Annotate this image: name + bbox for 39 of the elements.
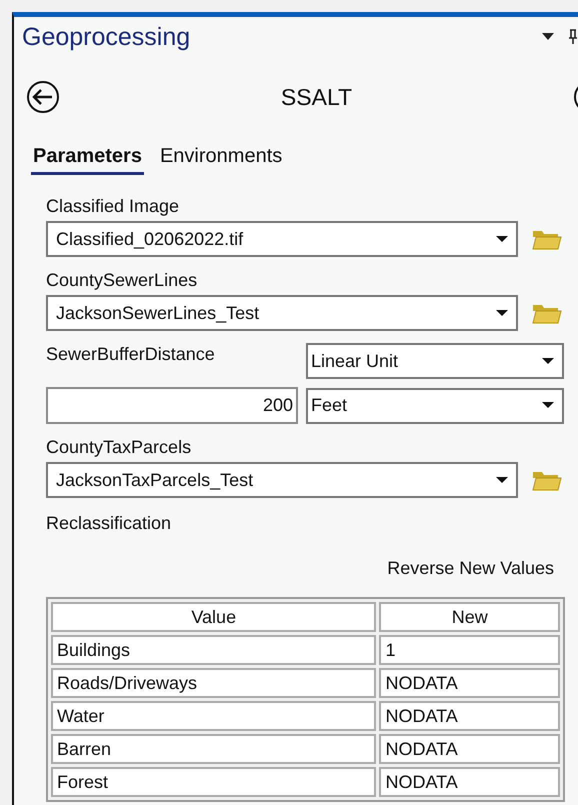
caret-icon [496,236,508,242]
dataset-dropdown[interactable]: JacksonTaxParcels_Test [46,462,518,498]
type-dropdown[interactable]: Linear Unit [306,343,564,379]
folder-icon[interactable] [532,228,562,250]
table-cell[interactable]: Barren [51,734,376,764]
caret-icon [542,402,554,409]
tab[interactable]: Environments [158,145,284,175]
parameter-label: SewerBufferDistance [46,343,216,365]
table-cell[interactable]: Roads/Driveways [51,668,376,698]
table-cell[interactable]: 1 [379,635,560,665]
caret-icon [496,476,508,484]
parameter-label: Reclassification [46,512,172,534]
parameter-label: Classified Image [46,195,180,217]
folder-icon[interactable] [532,302,562,324]
folder-icon[interactable] [532,469,562,491]
column-header: New [379,602,560,632]
pin-icon[interactable] [568,29,578,45]
dataset-dropdown[interactable]: JacksonSewerLines_Test [46,295,518,331]
parameter-label: CountySewerLines [46,269,198,291]
distance-input[interactable]: 200 [46,387,298,424]
table-cell[interactable]: Forest [51,767,376,797]
dataset-dropdown[interactable]: Classified_02062022.tif [46,221,518,257]
table-cell[interactable]: NODATA [379,734,560,764]
reverse-values-button[interactable]: Reverse New Values [387,556,554,581]
dropdown-icon[interactable] [542,33,554,41]
column-header: Value [51,602,376,632]
unit-dropdown[interactable]: Feet [306,388,564,424]
tool-title: SSALT [280,84,354,110]
table-cell[interactable]: NODATA [379,767,560,797]
caret-icon [542,358,554,364]
tab[interactable]: Parameters [31,145,144,175]
parameter-label: CountyTaxParcels [46,436,192,458]
pane-title: Geoprocessing [22,22,192,52]
table-cell[interactable]: Buildings [51,635,376,665]
table-cell[interactable]: NODATA [379,668,560,698]
table-cell[interactable]: Water [51,701,376,731]
caret-icon [496,310,508,316]
back-icon[interactable] [26,80,60,114]
table-cell[interactable]: NODATA [379,701,560,731]
